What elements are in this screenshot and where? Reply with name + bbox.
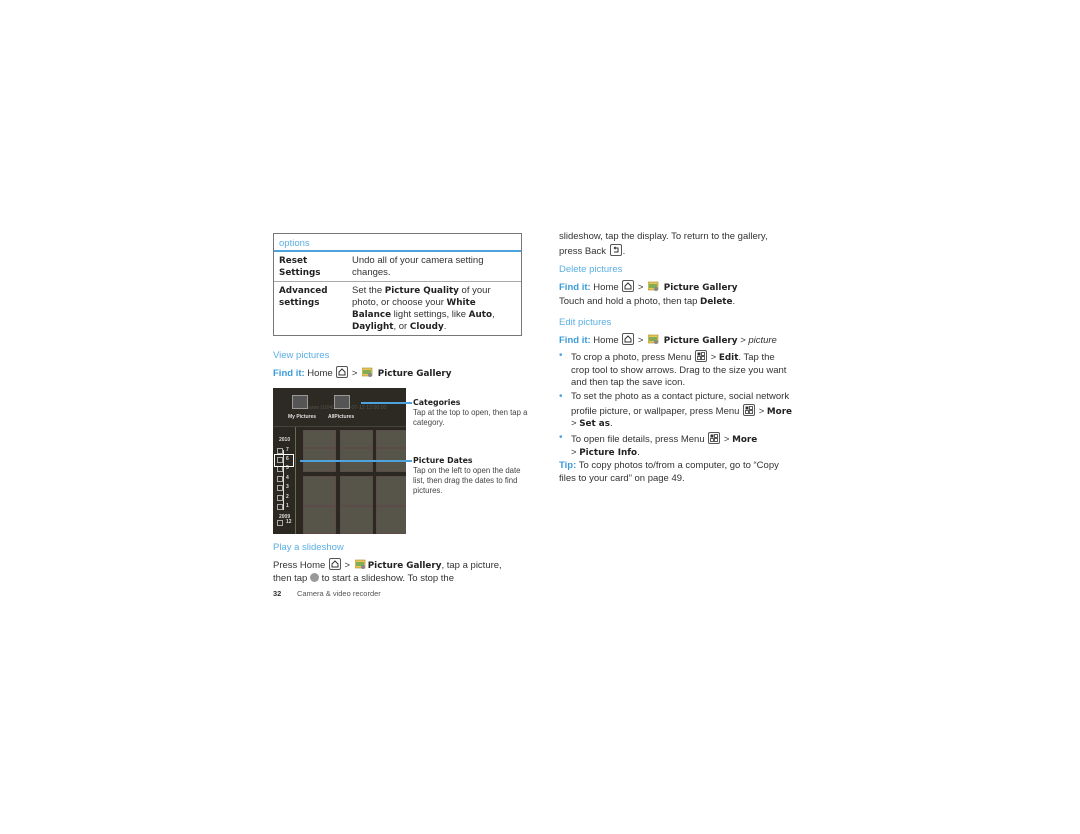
edit-bullet-set-as: To set the photo as a contact picture, s… <box>571 391 793 429</box>
section-heading-slideshow: Play a slideshow <box>273 542 344 553</box>
slideshow-icon <box>309 572 319 582</box>
callout-dates-title: Picture Dates <box>413 456 473 465</box>
month-label: 2 <box>286 494 289 500</box>
home-key-icon <box>328 558 341 570</box>
menu-key-icon <box>695 350 708 362</box>
section-heading-edit: Edit pictures <box>559 317 612 328</box>
date-thumb-icon <box>277 485 283 491</box>
tab-my-pictures: My Pictures <box>288 414 317 420</box>
edit-bullet-info: To open file details, press Menu > More … <box>571 432 758 458</box>
thumbnail <box>340 506 373 534</box>
bullet-icon: • <box>559 350 563 361</box>
menu-key-icon <box>743 403 756 416</box>
option-label-reset: Reset Settings <box>279 256 321 278</box>
callout-categories-title: Categories <box>413 398 461 407</box>
thumbnail <box>376 476 406 506</box>
tip-paragraph: Tip: To copy photos to/from a computer, … <box>559 460 779 484</box>
home-key-icon <box>336 366 349 378</box>
delete-instructions: Touch and hold a photo, then tap Delete. <box>559 296 736 307</box>
thumbnail <box>340 430 373 448</box>
month-label: 3 <box>286 484 289 490</box>
my-pictures-icon <box>292 395 308 409</box>
options-table-header: options <box>279 238 310 249</box>
bullet-icon: • <box>559 391 563 402</box>
selected-date-box <box>274 454 294 467</box>
callout-categories-text: Tap at the top to open, then tap a categ… <box>413 408 528 427</box>
month-label: 7 <box>286 447 289 453</box>
section-heading-view-pictures: View pictures <box>273 350 330 361</box>
picture-gallery-icon <box>647 334 659 344</box>
thumbnail <box>303 430 336 448</box>
dates-callout-line <box>300 460 412 462</box>
picture-gallery-icon <box>647 281 659 291</box>
thumbnail <box>376 506 406 534</box>
picture-gallery-icon <box>354 559 366 569</box>
row-divider <box>274 281 521 282</box>
thumbnail <box>376 430 406 448</box>
thumbnail <box>303 476 336 506</box>
year-label: 2010 <box>279 437 291 443</box>
findit-edit: Find it: Home > Picture Gallery > pictur… <box>559 333 777 346</box>
all-pictures-icon <box>334 395 350 409</box>
thumbnail <box>303 506 336 534</box>
menu-key-icon <box>708 432 721 444</box>
home-key-icon <box>622 280 635 292</box>
date-thumb-icon <box>277 476 283 482</box>
findit-delete: Find it: Home > Picture Gallery <box>559 280 738 293</box>
chapter-title: Camera & video recorder <box>297 589 381 598</box>
month-label: 1 <box>286 503 289 509</box>
date-thumb-icon <box>277 520 283 526</box>
back-key-icon <box>609 243 622 256</box>
home-key-icon <box>622 333 635 345</box>
option-desc-advanced: Set the Picture Quality of your photo, o… <box>352 285 495 332</box>
option-desc-reset: Undo all of your camera setting changes. <box>352 255 484 278</box>
option-label-advanced: Advanced settings <box>279 286 328 308</box>
slideshow-paragraph: Press Home > Picture Gallery, tap a pict… <box>273 558 502 584</box>
month-label: 4 <box>286 475 289 481</box>
page-number: 32 <box>273 589 282 598</box>
month-label: 12 <box>286 519 292 525</box>
options-table: options Reset Settings Undo all of your c… <box>273 233 522 336</box>
callout-dates-text: Tap on the left to open the date list, t… <box>413 466 521 495</box>
bullet-icon: • <box>559 432 563 443</box>
category-bar: All Pictures (10/43) 2010-07-12 12:00:00… <box>273 388 406 426</box>
categories-callout-line <box>361 402 412 404</box>
tab-all-pictures: AllPictures <box>328 414 355 420</box>
section-heading-delete: Delete pictures <box>559 264 623 275</box>
findit-view-pictures: Find it: Home > Picture Gallery <box>273 366 452 379</box>
edit-bullet-crop: To crop a photo, press Menu > Edit. Tap … <box>571 350 787 388</box>
picture-gallery-icon <box>361 367 373 377</box>
date-thumb-icon <box>277 495 283 501</box>
thumbnail <box>340 476 373 506</box>
date-thumb-icon <box>277 504 283 510</box>
slideshow-continued: slideshow, tap the display. To return to… <box>559 231 768 257</box>
header-divider <box>274 250 521 252</box>
